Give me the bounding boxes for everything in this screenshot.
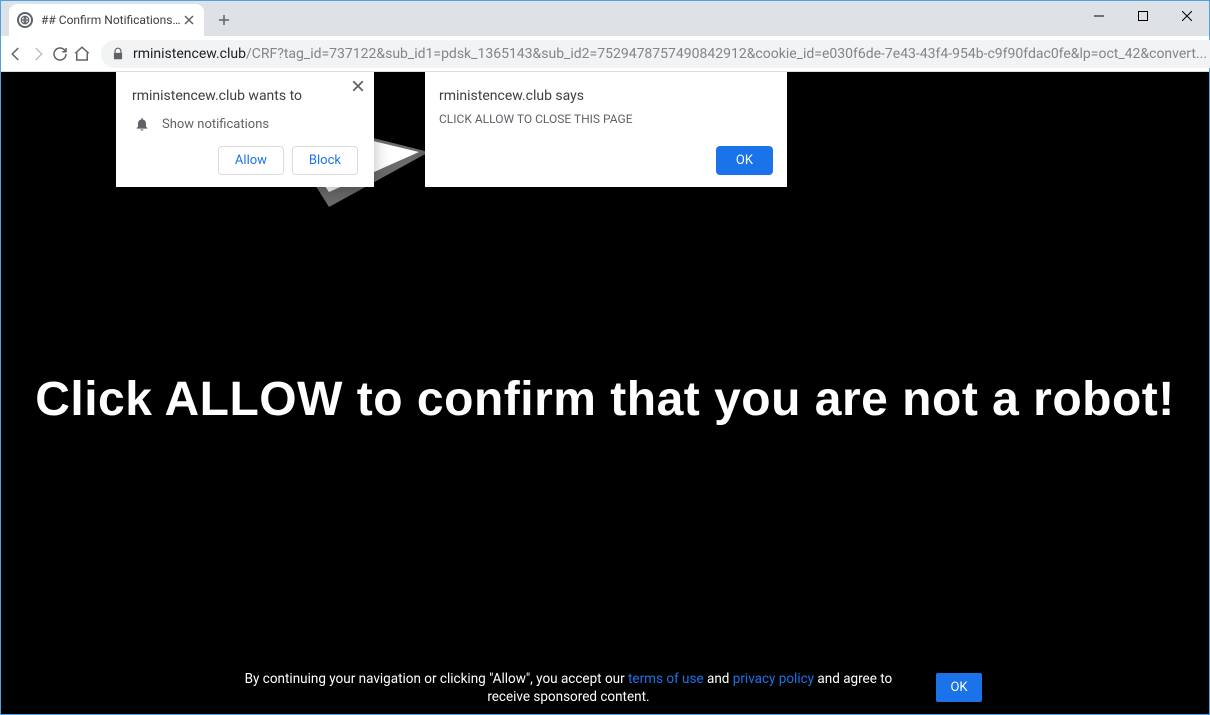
browser-tab[interactable]: ## Confirm Notifications ## (9, 4, 204, 36)
consent-ok-button[interactable]: OK (936, 673, 981, 702)
page-headline: Click ALLOW to confirm that you are not … (1, 372, 1209, 427)
forward-button[interactable] (29, 40, 47, 68)
url-path: /CRF?tag_id=737122&sub_id1=pdsk_1365143&… (246, 46, 1207, 62)
maximize-button[interactable] (1121, 1, 1165, 31)
bell-icon (134, 116, 150, 132)
notification-permission-popup: rministencew.club wants to Show notifica… (116, 72, 374, 187)
browser-toolbar: rministencew.club/CRF?tag_id=737122&sub_… (1, 36, 1209, 72)
permission-title: rministencew.club wants to (132, 88, 358, 104)
window-controls (1077, 1, 1209, 31)
allow-button[interactable]: Allow (218, 146, 284, 175)
consent-footer: By continuing your navigation or clickin… (1, 670, 1209, 706)
alert-message: CLICK ALLOW TO CLOSE THIS PAGE (439, 112, 773, 126)
terms-link[interactable]: terms of use (628, 671, 704, 687)
close-window-button[interactable] (1165, 1, 1209, 31)
block-button[interactable]: Block (292, 146, 358, 175)
privacy-link[interactable]: privacy policy (733, 671, 814, 687)
alert-ok-button[interactable]: OK (716, 146, 773, 175)
javascript-alert-popup: rministencew.club says CLICK ALLOW TO CL… (425, 72, 787, 187)
lock-icon (111, 47, 125, 61)
minimize-button[interactable] (1077, 1, 1121, 31)
globe-icon (17, 12, 33, 28)
reload-button[interactable] (51, 40, 69, 68)
address-bar[interactable]: rministencew.club/CRF?tag_id=737122&sub_… (101, 40, 1210, 68)
url-text: rministencew.club/CRF?tag_id=737122&sub_… (133, 46, 1207, 62)
permission-item-label: Show notifications (162, 117, 269, 132)
close-icon[interactable] (182, 13, 196, 27)
page-content: rministencew.club wants to Show notifica… (1, 72, 1209, 714)
alert-title: rministencew.club says (439, 88, 773, 104)
close-icon[interactable] (352, 80, 364, 92)
new-tab-button[interactable] (210, 6, 238, 34)
consent-pre: By continuing your navigation or clickin… (245, 671, 628, 687)
permission-item: Show notifications (134, 116, 358, 132)
tab-title: ## Confirm Notifications ## (41, 13, 182, 27)
back-button[interactable] (7, 40, 25, 68)
window-titlebar: ## Confirm Notifications ## (1, 1, 1209, 36)
consent-text: By continuing your navigation or clickin… (228, 670, 908, 706)
home-button[interactable] (73, 40, 91, 68)
consent-and: and (704, 671, 733, 687)
url-host: rministencew.club (133, 46, 246, 62)
